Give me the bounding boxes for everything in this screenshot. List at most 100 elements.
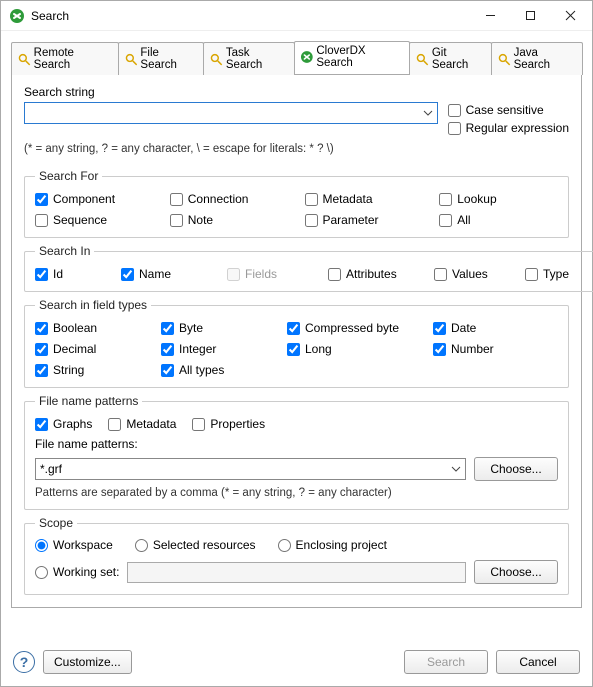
- ft-string[interactable]: String: [35, 363, 145, 377]
- minimize-button[interactable]: [470, 2, 510, 30]
- fp-properties[interactable]: Properties: [192, 417, 265, 431]
- checkbox-label: Name: [139, 267, 171, 281]
- ft-boolean[interactable]: Boolean: [35, 321, 145, 335]
- file-patterns-legend: File name patterns: [35, 394, 142, 408]
- scope-legend: Scope: [35, 516, 77, 530]
- fp-graphs[interactable]: Graphs: [35, 417, 92, 431]
- tab-panel: Search string Case sensitive Regular exp…: [11, 74, 582, 608]
- radio-label: Enclosing project: [296, 538, 387, 552]
- checkbox-label: Number: [451, 342, 494, 356]
- scope-workspace[interactable]: Workspace: [35, 538, 113, 552]
- ft-byte[interactable]: Byte: [161, 321, 271, 335]
- search-for-parameter[interactable]: Parameter: [305, 213, 424, 227]
- tab-task-search[interactable]: Task Search: [203, 42, 294, 75]
- checkbox-label: Id: [53, 267, 63, 281]
- search-button[interactable]: Search: [404, 650, 488, 674]
- tab-label: File Search: [140, 47, 197, 71]
- checkbox-label: Parameter: [323, 213, 379, 227]
- task-search-icon: [209, 52, 223, 66]
- search-string-combo[interactable]: [24, 102, 438, 124]
- field-types-legend: Search in field types: [35, 298, 151, 312]
- checkbox-label: Properties: [210, 417, 265, 431]
- search-for-connection[interactable]: Connection: [170, 192, 289, 206]
- chevron-down-icon[interactable]: [419, 103, 437, 123]
- file-patterns-choose-button[interactable]: Choose...: [474, 457, 558, 481]
- scope-group: Scope Workspace Selected resources Enclo…: [24, 516, 569, 595]
- tab-label: Java Search: [514, 47, 576, 71]
- search-for-metadata[interactable]: Metadata: [305, 192, 424, 206]
- tab-label: Git Search: [432, 47, 485, 71]
- search-string-input[interactable]: [25, 103, 419, 123]
- search-in-id[interactable]: Id: [35, 267, 105, 281]
- search-for-all[interactable]: All: [439, 213, 558, 227]
- checkbox-label: Decimal: [53, 342, 96, 356]
- customize-button[interactable]: Customize...: [43, 650, 132, 674]
- ft-decimal[interactable]: Decimal: [35, 342, 145, 356]
- search-in-legend: Search In: [35, 244, 94, 258]
- ft-all-types[interactable]: All types: [161, 363, 271, 377]
- regex-checkbox[interactable]: Regular expression: [448, 121, 569, 135]
- checkbox-label: Long: [305, 342, 332, 356]
- checkbox-label: Fields: [245, 267, 277, 281]
- tab-label: Remote Search: [34, 47, 112, 71]
- search-for-note[interactable]: Note: [170, 213, 289, 227]
- case-sensitive-label: Case sensitive: [466, 103, 544, 117]
- ft-compressed-byte[interactable]: Compressed byte: [287, 321, 417, 335]
- search-for-legend: Search For: [35, 169, 102, 183]
- search-for-sequence[interactable]: Sequence: [35, 213, 154, 227]
- file-patterns-input[interactable]: [36, 459, 447, 479]
- window-title: Search: [31, 9, 470, 23]
- working-set-choose-button[interactable]: Choose...: [474, 560, 558, 584]
- search-in-attributes[interactable]: Attributes: [328, 267, 418, 281]
- tab-java-search[interactable]: Java Search: [491, 42, 583, 75]
- file-patterns-input-label: File name patterns:: [35, 437, 558, 451]
- radio-label: Workspace: [53, 538, 113, 552]
- file-search-icon: [124, 52, 138, 66]
- checkbox-label: Lookup: [457, 192, 496, 206]
- close-button[interactable]: [550, 2, 590, 30]
- tab-file-search[interactable]: File Search: [118, 42, 204, 75]
- fp-metadata[interactable]: Metadata: [108, 417, 176, 431]
- ft-long[interactable]: Long: [287, 342, 417, 356]
- checkbox-label: All: [457, 213, 470, 227]
- tab-remote-search[interactable]: Remote Search: [11, 42, 119, 75]
- file-patterns-group: File name patterns Graphs Metadata Prope…: [24, 394, 569, 510]
- radio-label: Selected resources: [153, 538, 256, 552]
- search-in-type[interactable]: Type: [525, 267, 593, 281]
- checkbox-label: Connection: [188, 192, 249, 206]
- checkbox-label: Date: [451, 321, 476, 335]
- tab-label: Task Search: [226, 47, 288, 71]
- checkbox-label: Byte: [179, 321, 203, 335]
- cancel-button[interactable]: Cancel: [496, 650, 580, 674]
- case-sensitive-checkbox[interactable]: Case sensitive: [448, 103, 569, 117]
- tab-git-search[interactable]: Git Search: [409, 42, 492, 75]
- checkbox-label: Sequence: [53, 213, 107, 227]
- checkbox-label: Attributes: [346, 267, 397, 281]
- maximize-button[interactable]: [510, 2, 550, 30]
- search-string-hint: (* = any string, ? = any character, \ = …: [24, 143, 569, 155]
- remote-search-icon: [17, 52, 31, 66]
- dialog-footer: ? Customize... Search Cancel: [1, 642, 592, 686]
- scope-working-set[interactable]: Working set:: [35, 565, 119, 579]
- ft-number[interactable]: Number: [433, 342, 543, 356]
- checkbox-label: Type: [543, 267, 569, 281]
- tab-cloverdx-search[interactable]: CloverDX Search: [294, 41, 410, 74]
- file-patterns-combo[interactable]: [35, 458, 466, 480]
- chevron-down-icon[interactable]: [447, 459, 465, 479]
- checkbox-label: Metadata: [323, 192, 373, 206]
- search-in-values[interactable]: Values: [434, 267, 509, 281]
- help-icon[interactable]: ?: [13, 651, 35, 673]
- tab-label: CloverDX Search: [316, 45, 403, 69]
- search-in-name[interactable]: Name: [121, 267, 211, 281]
- search-for-component[interactable]: Component: [35, 192, 154, 206]
- radio-label: Working set:: [53, 565, 119, 579]
- checkbox-label: Component: [53, 192, 115, 206]
- scope-enclosing[interactable]: Enclosing project: [278, 538, 387, 552]
- java-search-icon: [497, 52, 511, 66]
- regex-label: Regular expression: [466, 121, 569, 135]
- ft-integer[interactable]: Integer: [161, 342, 271, 356]
- ft-date[interactable]: Date: [433, 321, 543, 335]
- scope-selected[interactable]: Selected resources: [135, 538, 256, 552]
- search-for-lookup[interactable]: Lookup: [439, 192, 558, 206]
- field-types-group: Search in field types Boolean Byte Compr…: [24, 298, 569, 388]
